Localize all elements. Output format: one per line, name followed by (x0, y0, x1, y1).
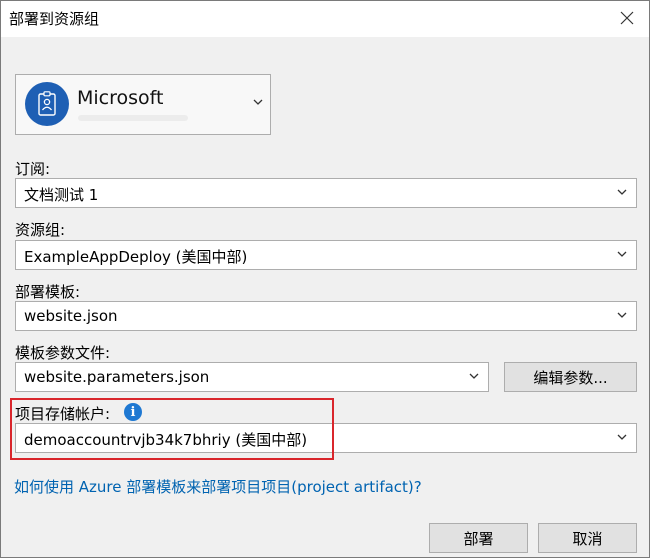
chevron-down-icon (617, 312, 627, 318)
deployment-template-value: website.json (24, 307, 118, 325)
subscription-dropdown[interactable]: 文档测试 1 (15, 178, 637, 208)
chevron-down-icon (469, 373, 479, 379)
storage-account-dropdown[interactable]: demoaccountrvjb34k7bhriy (美国中部) (15, 423, 637, 453)
chevron-down-icon (617, 189, 627, 195)
chevron-down-icon (617, 434, 627, 440)
template-parameters-label: 模板参数文件: (15, 344, 111, 362)
subscription-label: 订阅: (15, 160, 51, 178)
account-avatar (25, 82, 69, 126)
account-name: Microsoft (77, 87, 164, 109)
account-selector[interactable]: Microsoft (15, 74, 271, 135)
template-parameters-value: website.parameters.json (24, 368, 210, 386)
close-button[interactable] (613, 5, 641, 31)
edit-parameters-button[interactable]: 编辑参数... (504, 362, 637, 392)
resource-group-value: ExampleAppDeploy (美国中部) (24, 248, 248, 266)
chevron-down-icon (253, 99, 263, 105)
resource-group-dropdown[interactable]: ExampleAppDeploy (美国中部) (15, 240, 637, 270)
dialog-title: 部署到资源组 (9, 10, 100, 28)
template-parameters-dropdown[interactable]: website.parameters.json (15, 362, 489, 392)
storage-account-value: demoaccountrvjb34k7bhriy (美国中部) (24, 431, 308, 449)
info-icon[interactable]: i (124, 403, 142, 421)
account-detail-redacted (78, 115, 188, 121)
title-bar: 部署到资源组 (1, 1, 649, 37)
subscription-value: 文档测试 1 (24, 186, 99, 204)
deploy-button[interactable]: 部署 (429, 523, 528, 553)
deployment-template-dropdown[interactable]: website.json (15, 301, 637, 331)
close-icon (620, 11, 634, 25)
deploy-dialog: 部署到资源组 Microsoft 订阅: 文档测试 1 资源组: Example… (0, 0, 650, 558)
help-link[interactable]: 如何使用 Azure 部署模板来部署项目项目(project artifact)… (14, 476, 422, 497)
id-badge-icon (38, 91, 56, 116)
chevron-down-icon (617, 251, 627, 257)
resource-group-label: 资源组: (15, 221, 66, 239)
deployment-template-label: 部署模板: (15, 283, 81, 301)
storage-account-label: 项目存储帐户: (15, 405, 111, 423)
cancel-button[interactable]: 取消 (538, 523, 637, 553)
